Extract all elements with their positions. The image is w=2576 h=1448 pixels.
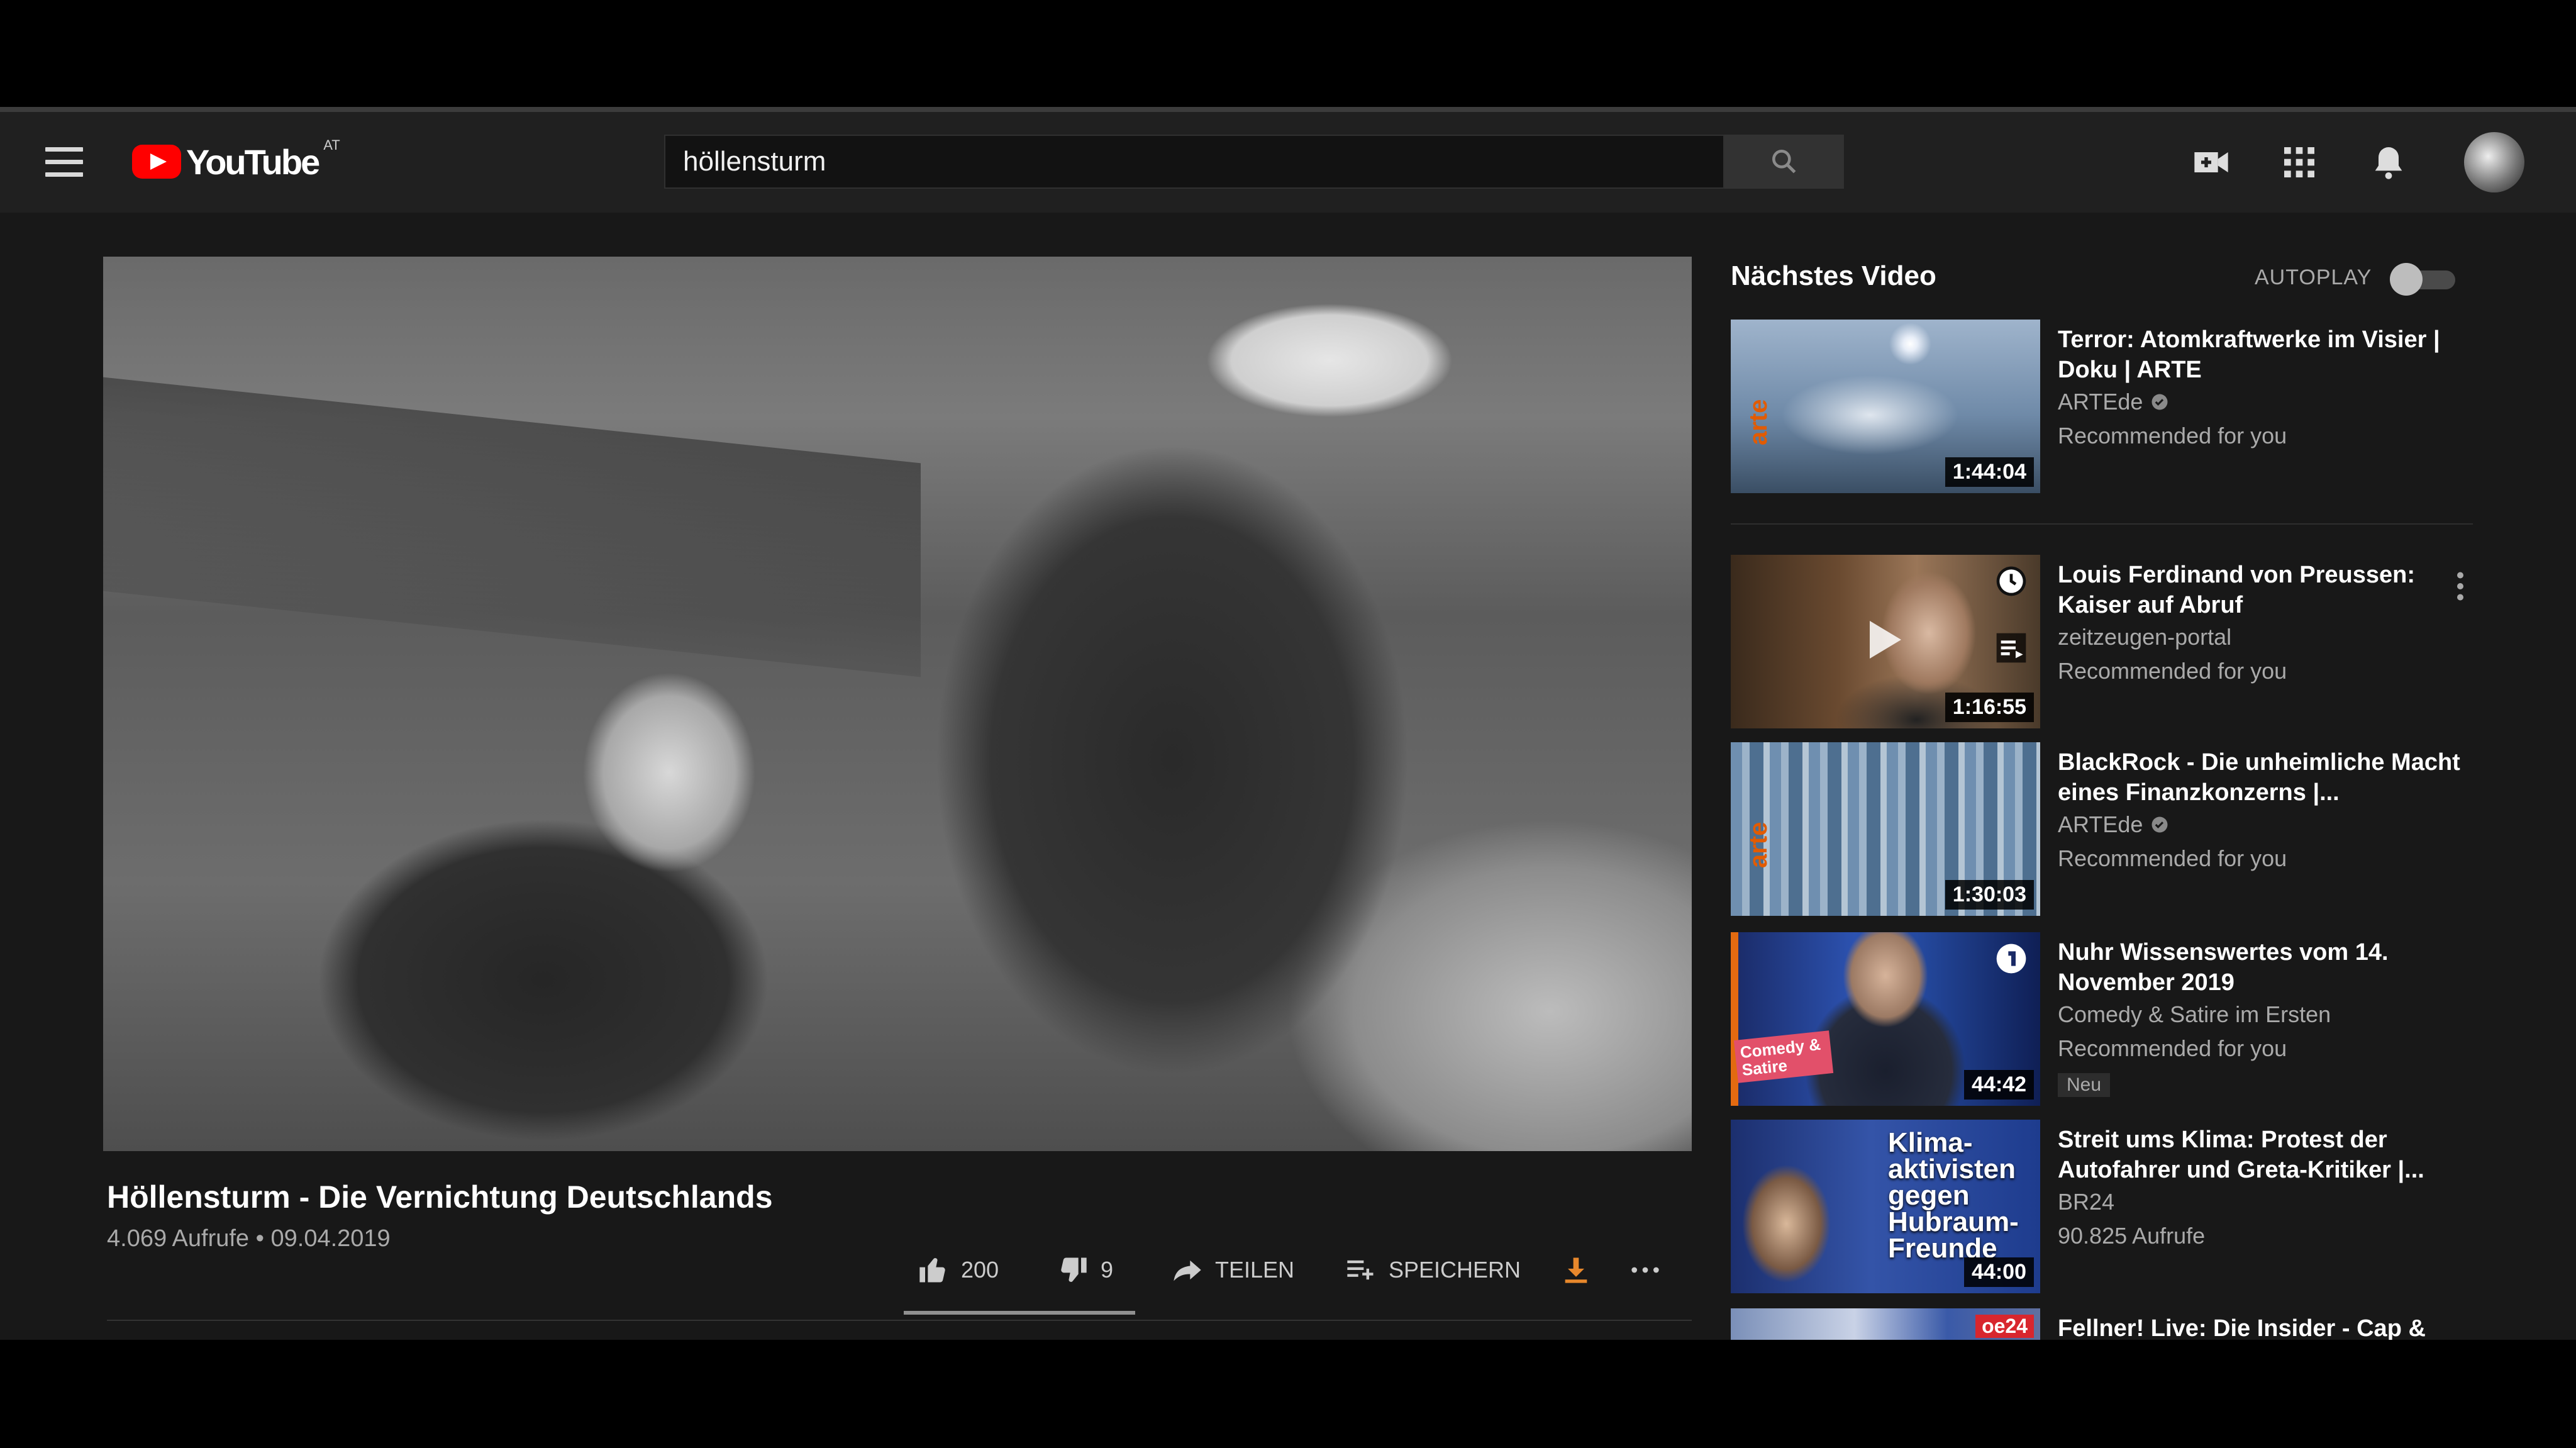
recommendation-reason: Recommended for you <box>2058 1035 2287 1061</box>
up-next-label: Nächstes Video <box>1731 260 1936 291</box>
like-ratio-bar <box>904 1311 1135 1315</box>
video-duration: 44:00 <box>1964 1257 2034 1287</box>
recommendation-reason: Recommended for you <box>2058 423 2287 448</box>
recommended-video[interactable]: Klima-aktivisten gegen Hubraum-Freunde 4… <box>1731 1120 2485 1296</box>
channel-name: ARTEde <box>2058 811 2169 838</box>
recommended-video-title: Nuhr Wissenswertes vom 14. November 2019 <box>2058 939 2389 996</box>
thumbs-up-icon <box>919 1258 945 1283</box>
autoplay-label: AUTOPLAY <box>2255 265 2372 289</box>
video-title: Höllensturm - Die Vernichtung Deutschlan… <box>107 1179 773 1215</box>
youtube-app: YouTube AT Höllensturm - Die Vernichtung… <box>0 112 2576 1340</box>
window-top-border <box>0 107 2576 112</box>
search-button[interactable] <box>1724 135 1844 189</box>
video-duration: 1:16:55 <box>1945 693 2034 722</box>
save-button[interactable]: SPEICHERN <box>1345 1248 1521 1292</box>
video-thumbnail[interactable]: 1:16:55 <box>1731 555 2040 728</box>
add-to-queue-icon[interactable] <box>1994 630 2029 666</box>
channel-name: zeitzeugen-portal <box>2058 624 2232 650</box>
notifications-bell-icon[interactable] <box>2368 142 2409 182</box>
video-thumbnail[interactable]: arte 1:44:04 <box>1731 320 2040 493</box>
dislike-button[interactable]: 9 <box>1057 1248 1113 1292</box>
video-thumbnail[interactable]: Comedy & Satire 44:42 <box>1731 932 2040 1106</box>
thumbs-down-icon <box>1061 1257 1087 1282</box>
share-button[interactable]: TEILEN <box>1171 1248 1294 1292</box>
video-duration: 44:42 <box>1964 1070 2034 1100</box>
video-thumbnail[interactable]: Klima-aktivisten gegen Hubraum-Freunde 4… <box>1731 1120 2040 1293</box>
youtube-logo[interactable]: YouTube AT <box>132 137 340 184</box>
watch-later-icon[interactable] <box>1994 564 2029 599</box>
logo-text: YouTube <box>186 142 320 182</box>
recommended-video[interactable]: Comedy & Satire 44:42 Nuhr Wissenswertes… <box>1731 932 2485 1108</box>
like-button[interactable]: 200 <box>917 1248 999 1292</box>
video-player[interactable] <box>103 257 1692 1151</box>
channel-name: Comedy & Satire im Ersten <box>2058 1001 2331 1027</box>
more-actions-button[interactable] <box>1629 1248 1673 1292</box>
recommended-video-title: Fellner! Live: Die Insider - Cap & <box>2058 1315 2426 1340</box>
playlist-add-icon <box>1347 1260 1374 1280</box>
up-next-separator <box>1731 523 2473 525</box>
recommended-video-title: Terror: Atomkraftwerke im Visier | Doku … <box>2058 326 2440 383</box>
search-box <box>664 135 1724 189</box>
country-code: AT <box>323 137 340 153</box>
das-erste-logo-icon <box>1996 944 2026 974</box>
dislike-count: 9 <box>1101 1257 1114 1283</box>
letterbox-bottom <box>0 1340 2576 1448</box>
recommended-video-title: Louis Ferdinand von Preussen: Kaiser auf… <box>2058 562 2415 618</box>
recommended-video[interactable]: 1:16:55 Louis Ferdinand von Preussen: Ka… <box>1731 555 2485 731</box>
channel-name: ARTEde <box>2058 389 2169 415</box>
section-divider <box>107 1320 1692 1321</box>
play-logo-icon <box>132 145 181 179</box>
share-label: TEILEN <box>1215 1257 1295 1283</box>
search-input[interactable] <box>665 145 1723 178</box>
verified-check-icon <box>2151 394 2168 410</box>
thumbnail-headline: Klima-aktivisten gegen Hubraum-Freunde <box>1888 1127 2019 1264</box>
play-overlay-icon <box>1870 621 1901 659</box>
video-thumbnail[interactable]: oe24 <box>1731 1308 2040 1340</box>
recommended-video-title: Streit ums Klima: Protest der Autofahrer… <box>2058 1127 2424 1183</box>
more-horizontal-icon <box>1631 1267 1659 1273</box>
user-avatar[interactable] <box>2464 132 2524 192</box>
new-badge: Neu <box>2058 1073 2111 1097</box>
search-icon <box>1772 150 1796 174</box>
hamburger-menu-icon[interactable] <box>45 147 83 177</box>
download-button[interactable] <box>1560 1248 1604 1292</box>
verified-check-icon <box>2151 816 2168 833</box>
comedy-satire-badge: Comedy & Satire <box>1733 1030 1834 1083</box>
video-duration: 1:44:04 <box>1945 457 2034 487</box>
video-views-date: 4.069 Aufrufe • 09.04.2019 <box>107 1225 391 1252</box>
recommended-video[interactable]: oe24 Fellner! Live: Die Insider - Cap & <box>1731 1308 2485 1340</box>
video-duration: 1:30:03 <box>1945 880 2034 910</box>
like-count: 200 <box>961 1257 999 1283</box>
download-icon <box>1565 1257 1587 1283</box>
video-thumbnail[interactable]: arte 1:30:03 <box>1731 742 2040 916</box>
video-frame <box>103 257 1692 1151</box>
masthead: YouTube AT <box>0 112 2576 213</box>
recommended-video-title: BlackRock - Die unheimliche Macht eines … <box>2058 749 2460 806</box>
recommendation-reason: Recommended for you <box>2058 658 2287 684</box>
share-arrow-icon <box>1174 1260 1201 1281</box>
channel-name: BR24 <box>2058 1189 2115 1215</box>
arte-logo: arte <box>1745 821 1772 868</box>
channel-name-text: ARTEde <box>2058 389 2143 415</box>
create-video-icon[interactable] <box>2191 142 2231 182</box>
view-count: 90.825 Aufrufe <box>2058 1223 2206 1249</box>
channel-name-text: ARTEde <box>2058 811 2143 837</box>
toggle-knob <box>2390 263 2423 296</box>
oe24-logo: oe24 <box>1975 1315 2034 1338</box>
more-vertical-icon[interactable] <box>2448 567 2473 605</box>
recommended-video[interactable]: arte 1:44:04 Terror: Atomkraftwerke im V… <box>1731 320 2485 496</box>
recommended-video[interactable]: arte 1:30:03 BlackRock - Die unheimliche… <box>1731 742 2485 918</box>
apps-grid-icon[interactable] <box>2279 142 2319 182</box>
arte-logo: arte <box>1745 399 1772 445</box>
save-label: SPEICHERN <box>1389 1257 1521 1283</box>
autoplay-toggle[interactable] <box>2390 263 2459 296</box>
recommendation-reason: Recommended for you <box>2058 845 2287 871</box>
